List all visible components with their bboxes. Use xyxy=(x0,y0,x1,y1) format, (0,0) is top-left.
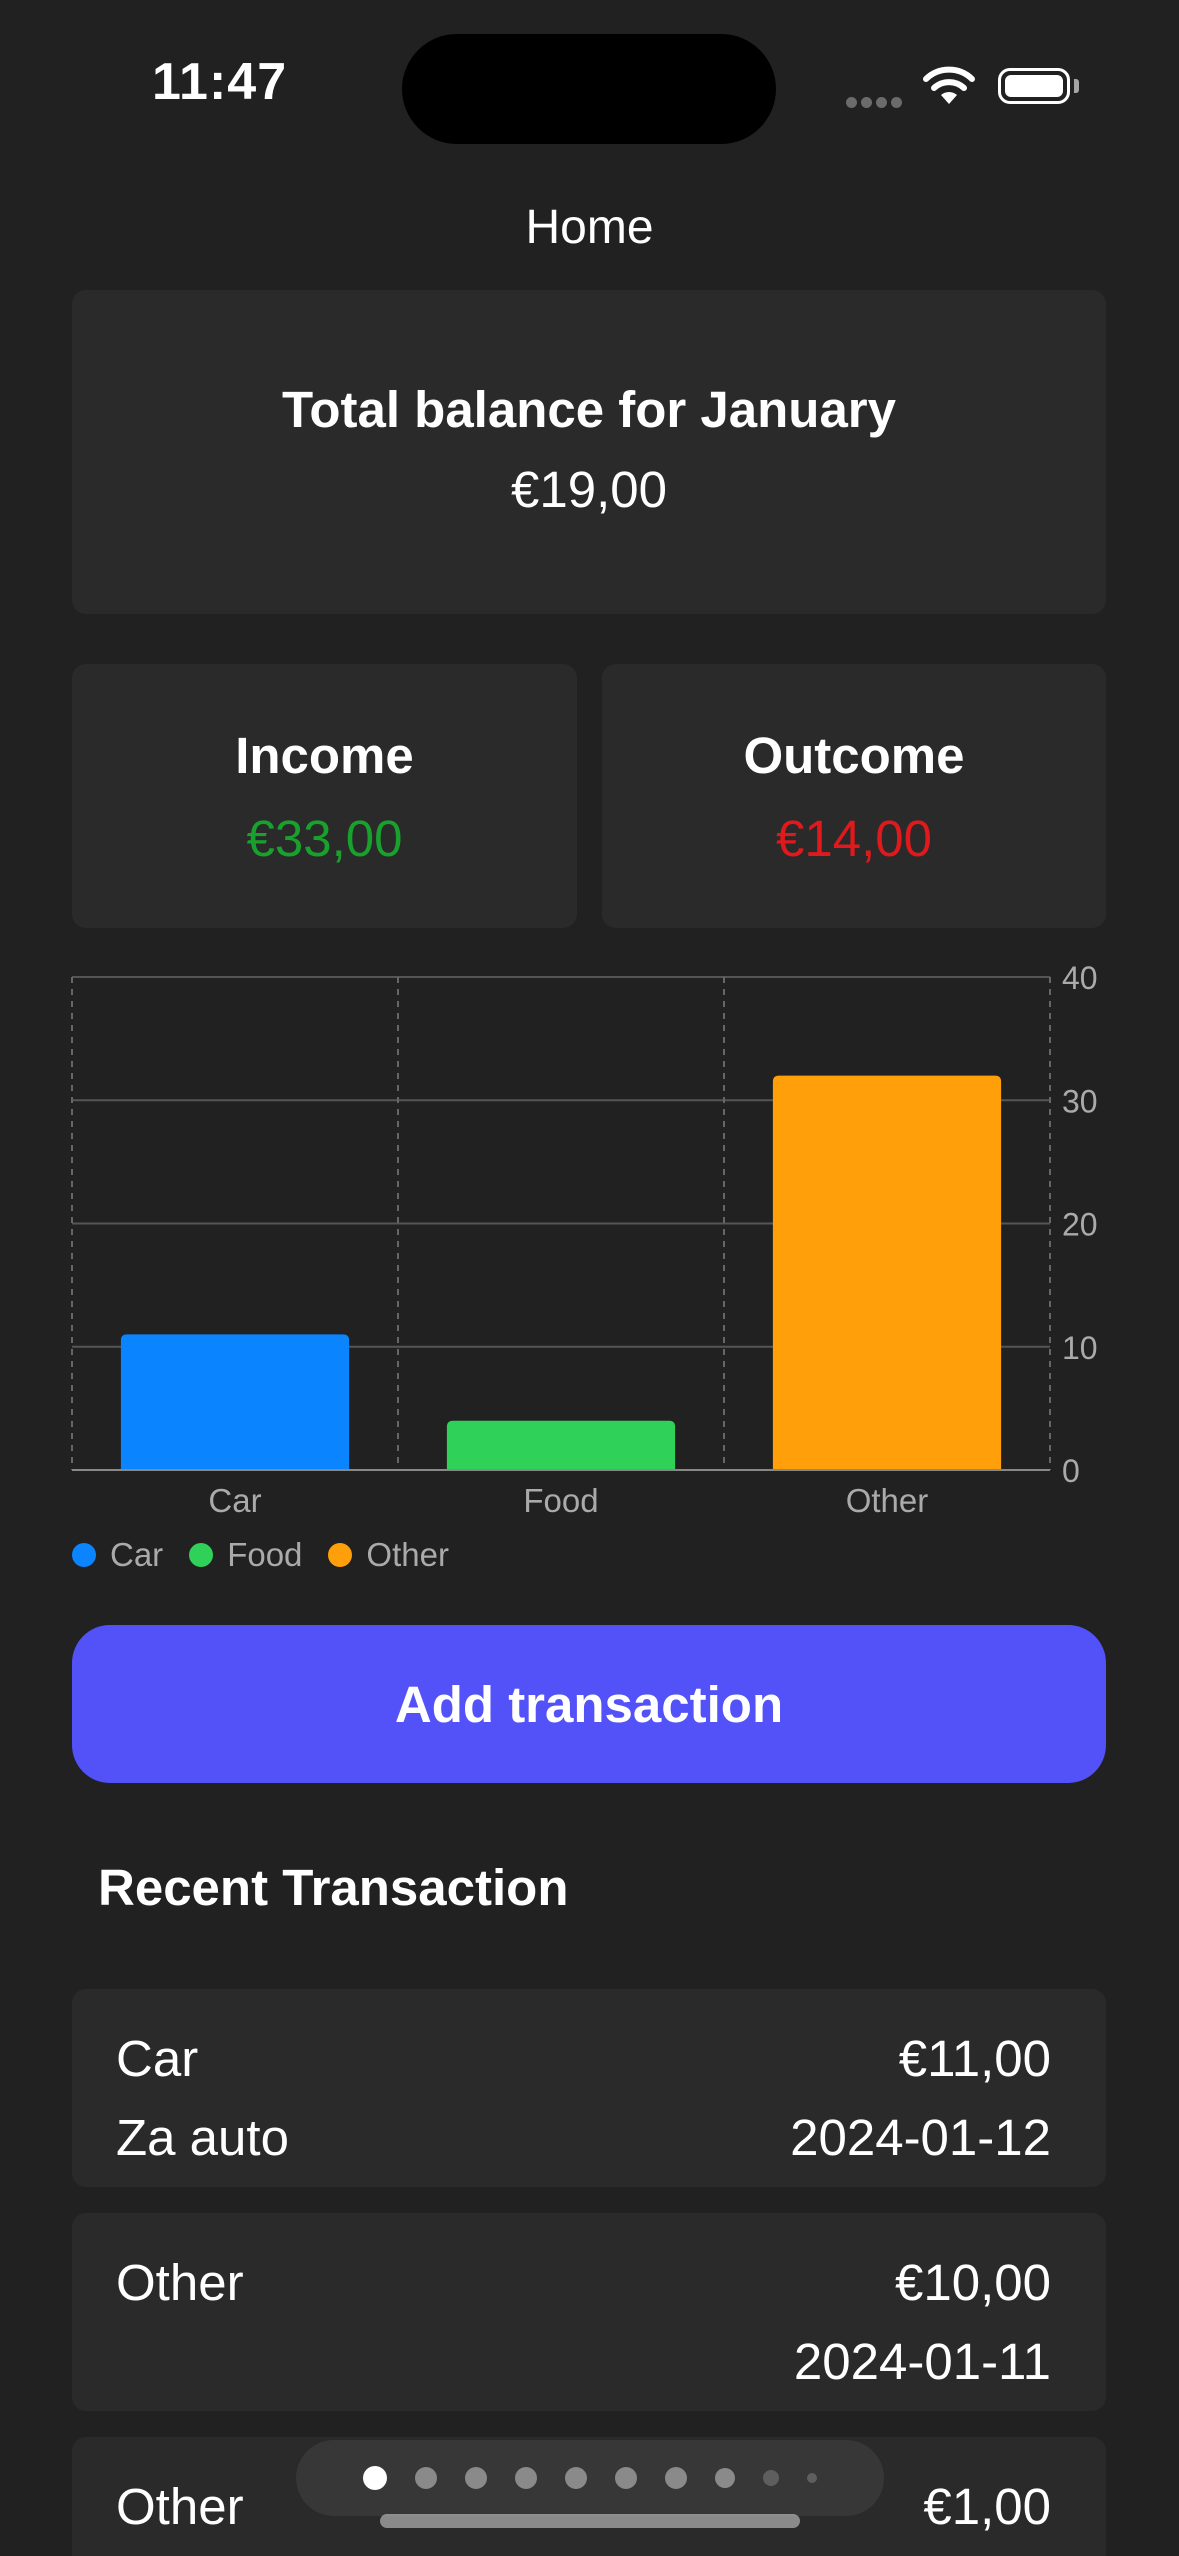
transaction-category: Car xyxy=(116,2030,199,2087)
income-label: Income xyxy=(235,727,414,784)
page-dot[interactable] xyxy=(615,2467,637,2489)
x-tick-label: Other xyxy=(846,1482,929,1519)
category-bar-chart: 0 10 20 30 40 Car Food Other xyxy=(71,960,1098,1519)
legend-item-food: Food xyxy=(189,1536,302,1574)
transaction-date: 2024-01-12 xyxy=(790,2109,1051,2166)
outcome-label: Outcome xyxy=(743,727,965,784)
outcome-card: Outcome €14,00 xyxy=(602,664,1106,928)
page-dot[interactable] xyxy=(763,2470,779,2486)
page-title: Home xyxy=(525,201,654,254)
y-tick-label: 0 xyxy=(1062,1453,1080,1489)
transaction-row[interactable]: Other €10,00 2024-01-11 xyxy=(72,2213,1106,2411)
y-tick-label: 20 xyxy=(1062,1207,1098,1243)
page-dot[interactable] xyxy=(515,2467,537,2489)
legend-item-other: Other xyxy=(328,1536,449,1574)
battery-icon xyxy=(998,68,1070,104)
page-dot[interactable] xyxy=(807,2473,817,2483)
legend-label: Other xyxy=(366,1536,449,1573)
chart-bar-other xyxy=(772,1075,1002,1470)
legend-item-car: Car xyxy=(72,1536,163,1574)
income-card: Income €33,00 xyxy=(72,664,577,928)
transaction-amount: €1,00 xyxy=(923,2478,1051,2535)
page-dot[interactable] xyxy=(715,2468,735,2488)
cellular-signal-icon xyxy=(846,95,906,113)
battery-tip xyxy=(1074,79,1079,93)
chart-legend: Car Food Other xyxy=(72,1536,475,1574)
dynamic-island xyxy=(402,34,776,144)
page-dot[interactable] xyxy=(465,2467,487,2489)
transaction-date: 2024-01-11 xyxy=(793,2333,1051,2390)
page-dot[interactable] xyxy=(363,2466,387,2490)
recent-transactions-title: Recent Transaction xyxy=(98,1859,569,1916)
legend-dot xyxy=(72,1543,96,1567)
page-dot[interactable] xyxy=(565,2467,587,2489)
balance-card: Total balance for January €19,00 xyxy=(72,290,1106,614)
transaction-amount: €10,00 xyxy=(895,2254,1051,2311)
y-tick-label: 40 xyxy=(1062,960,1098,996)
wifi-icon xyxy=(922,66,976,111)
transaction-category: Other xyxy=(116,2254,244,2311)
transaction-note: Za auto xyxy=(116,2109,289,2166)
x-tick-label: Car xyxy=(208,1482,261,1519)
balance-title: Total balance for January xyxy=(281,381,897,438)
balance-value: €19,00 xyxy=(511,461,667,518)
income-value: €33,00 xyxy=(246,810,403,867)
transaction-row[interactable]: Car Za auto €11,00 2024-01-12 xyxy=(72,1989,1106,2187)
legend-dot xyxy=(189,1543,214,1567)
chart-bar-car xyxy=(120,1334,350,1470)
y-tick-label: 10 xyxy=(1062,1330,1098,1366)
legend-label: Car xyxy=(110,1536,164,1573)
transaction-category: Other xyxy=(116,2478,244,2535)
status-time: 11:47 xyxy=(152,53,288,111)
y-tick-label: 30 xyxy=(1062,1083,1098,1119)
page-indicator[interactable] xyxy=(296,2440,884,2516)
page-dot[interactable] xyxy=(665,2467,687,2489)
legend-label: Food xyxy=(227,1536,303,1573)
chart-bar-food xyxy=(446,1420,676,1470)
home-indicator xyxy=(380,2514,800,2528)
legend-dot xyxy=(328,1543,353,1567)
page-dot[interactable] xyxy=(415,2467,437,2489)
add-transaction-button[interactable]: Add transaction xyxy=(72,1625,1106,1783)
x-tick-label: Food xyxy=(523,1482,598,1519)
outcome-value: €14,00 xyxy=(776,810,932,867)
transaction-amount: €11,00 xyxy=(898,2030,1051,2087)
